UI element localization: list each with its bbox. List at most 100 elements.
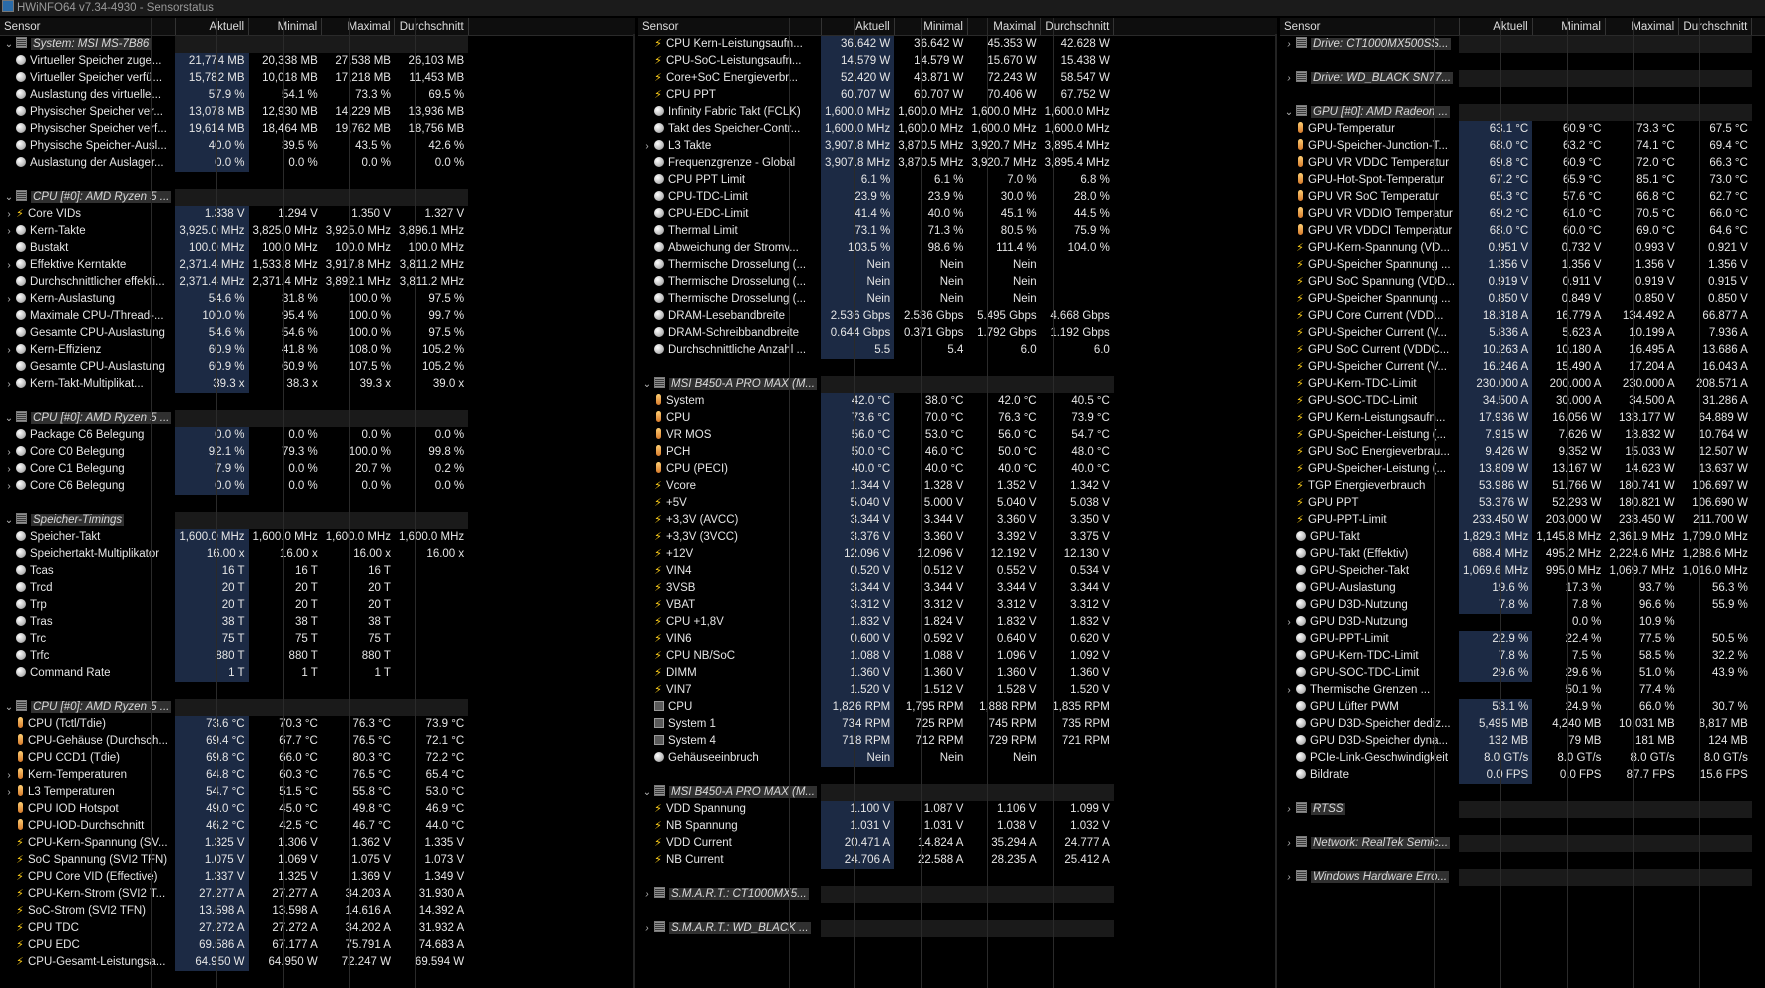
sensor-name-cell[interactable]: ⚡ GPU-Speicher Current (V... bbox=[1280, 325, 1459, 342]
sensor-row[interactable]: ⚡ SoC Spannung (SVI2 TFN) 1.075 V 1.069 V 1.… bbox=[0, 852, 635, 869]
sensor-name-cell[interactable]: CPU bbox=[638, 699, 821, 716]
sensor-name-cell[interactable]: › L3 Temperaturen bbox=[0, 784, 175, 801]
sensor-name-cell[interactable]: System 4 bbox=[638, 733, 821, 750]
sensor-row[interactable]: ⚡ GPU-Kern-Spannung (VD... 0.951 V 0.732 V 0… bbox=[1280, 240, 1765, 257]
expand-icon[interactable]: › bbox=[642, 886, 652, 903]
group-name-cell[interactable]: › S.M.A.R.T.: CT1000MX5... bbox=[638, 886, 821, 903]
collapse-icon[interactable]: ⌄ bbox=[1284, 104, 1294, 121]
sensor-row[interactable]: ⚡ CPU Kern-Leistungsaufn... 36.642 W 36.642… bbox=[638, 35, 1277, 53]
sensor-name-cell[interactable]: ⚡ GPU PPT bbox=[1280, 495, 1459, 512]
sensor-name-cell[interactable]: Infinity Fabric Takt (FCLK) bbox=[638, 104, 821, 121]
sensor-name-cell[interactable]: ⚡ GPU Core Current (VDD... bbox=[1280, 308, 1459, 325]
expand-icon[interactable]: › bbox=[4, 223, 14, 240]
sensor-row[interactable]: ⚡ TGP Energieverbrauch 53.986 W 51.766 W 180… bbox=[1280, 478, 1765, 495]
sensor-row[interactable]: Durchschnittlicher effekti... 2,371.4 MHz… bbox=[0, 274, 635, 291]
collapse-icon[interactable]: ⌄ bbox=[4, 699, 14, 716]
sensor-row[interactable]: › Kern-Takte 3,925.0 MHz 3,825.0 MHz 3,925.0… bbox=[0, 223, 635, 240]
sensor-row[interactable]: ⚡ GPU-Speicher Spannung ... 1.356 V 1.356 V… bbox=[1280, 257, 1765, 274]
sensor-name-cell[interactable]: GPU Lüfter PWM bbox=[1280, 699, 1459, 716]
sensor-name-cell[interactable]: ⚡ +5V bbox=[638, 495, 821, 512]
sensor-name-cell[interactable]: ⚡ CPU PPT bbox=[638, 87, 821, 104]
expand-icon[interactable]: › bbox=[4, 206, 14, 223]
expand-icon[interactable]: › bbox=[642, 138, 652, 155]
sensor-row[interactable]: CPU-TDC-Limit 23.9 % 23.9 % 30.0 % 28.0 % bbox=[638, 189, 1277, 206]
sensor-name-cell[interactable]: CPU bbox=[638, 410, 821, 427]
expand-icon[interactable]: › bbox=[642, 920, 652, 937]
sensor-name-cell[interactable]: Trfc bbox=[0, 648, 175, 665]
sensor-name-cell[interactable]: Package C6 Belegung bbox=[0, 427, 175, 444]
sensor-row[interactable]: Speicher-Takt 1,600.0 MHz 1,600.0 MHz 1,600… bbox=[0, 529, 635, 546]
sensor-row[interactable]: GPU D3D-Nutzung 7.8 % 7.8 % 96.6 % 55.9 % bbox=[1280, 597, 1765, 614]
col-header-max[interactable]: Maximal bbox=[1605, 18, 1680, 36]
sensor-name-cell[interactable]: Durchschnittlicher effekti... bbox=[0, 274, 175, 291]
sensor-name-cell[interactable]: GPU D3D-Speicher dediz... bbox=[1280, 716, 1459, 733]
sensor-name-cell[interactable]: Trcd bbox=[0, 580, 175, 597]
sensor-name-cell[interactable]: ⚡ CPU NB/SoC bbox=[638, 648, 821, 665]
sensor-row[interactable]: DRAM-Lesebandbreite 2.536 Gbps 2.536 Gbps 5… bbox=[638, 308, 1277, 325]
col-header-sensor[interactable]: Sensor bbox=[638, 18, 822, 36]
sensor-name-cell[interactable]: Thermische Drosselung (... bbox=[638, 274, 821, 291]
sensor-row[interactable]: Abweichung der Stromv... 103.5 % 98.6 % 111… bbox=[638, 240, 1277, 257]
sensor-row[interactable]: GPU-SOC-TDC-Limit 29.6 % 29.6 % 51.0 % 43.9 … bbox=[1280, 665, 1765, 682]
sensor-row[interactable]: ⚡ GPU-SOC-TDC-Limit 34.500 A 30.000 A 34.500… bbox=[1280, 393, 1765, 410]
sensor-row[interactable]: › Kern-Effizienz 60.9 % 41.8 % 108.0 % 105.2 … bbox=[0, 342, 635, 359]
sensor-name-cell[interactable]: Command Rate bbox=[0, 665, 175, 682]
sensor-name-cell[interactable]: GPU VR VDDC Temperatur bbox=[1280, 155, 1459, 172]
sensor-group-header[interactable]: ⌄ GPU [#0]: AMD Radeon ... bbox=[1280, 104, 1765, 121]
sensor-name-cell[interactable]: ⚡ GPU-Speicher-Leistung (... bbox=[1280, 461, 1459, 478]
sensor-row[interactable]: GPU-Speicher-Junction-T... 68.0 °C 63.2 °C… bbox=[1280, 138, 1765, 155]
sensor-name-cell[interactable]: ⚡ CPU Core VID (Effective) bbox=[0, 869, 175, 886]
sensor-group-header[interactable]: › Network: RealTek Semic... bbox=[1280, 835, 1765, 852]
sensor-row[interactable]: System 1 734 RPM 725 RPM 745 RPM 735 RPM bbox=[638, 716, 1277, 733]
sensor-group-header[interactable]: › Drive: WD_BLACK SN77... bbox=[1280, 70, 1765, 87]
sensor-name-cell[interactable]: CPU-TDC-Limit bbox=[638, 189, 821, 206]
sensor-row[interactable]: Gesamte CPU-Auslastung 60.9 % 60.9 % 107.5 … bbox=[0, 359, 635, 376]
sensor-row[interactable]: › Kern-Auslastung 54.6 % 31.8 % 100.0 % 97.5 … bbox=[0, 291, 635, 308]
sensor-row[interactable]: Tras 38 T 38 T 38 T bbox=[0, 614, 635, 631]
sensor-row[interactable]: CPU 1,826 RPM 1,795 RPM 1,888 RPM 1,835 RPM bbox=[638, 699, 1277, 716]
sensor-name-cell[interactable]: System bbox=[638, 393, 821, 410]
sensor-name-cell[interactable]: Physischer Speicher ver... bbox=[0, 104, 175, 121]
group-name-cell[interactable]: ⌄ System: MSI MS-7B86 bbox=[0, 36, 175, 54]
sensor-name-cell[interactable]: ⚡ GPU SoC Energieverbrau... bbox=[1280, 444, 1459, 461]
sensor-row[interactable]: GPU-Takt (Effektiv) 688.4 MHz 495.2 MHz 2,2… bbox=[1280, 546, 1765, 563]
sensor-group-header[interactable]: › RTSS bbox=[1280, 801, 1765, 818]
sensor-row[interactable]: ⚡ GPU-Speicher Current (V... 5.836 A 5.623 … bbox=[1280, 325, 1765, 342]
sensor-row[interactable]: › ⚡ Core VIDs 1.338 V 1.294 V 1.350 V 1.327 V bbox=[0, 206, 635, 223]
col-header-min[interactable]: Minimal bbox=[1532, 18, 1606, 36]
sensor-name-cell[interactable]: CPU-EDC-Limit bbox=[638, 206, 821, 223]
sensor-row[interactable]: CPU CCD1 (Tdie) 69.8 °C 66.0 °C 80.3 °C 72.2… bbox=[0, 750, 635, 767]
expand-icon[interactable]: › bbox=[1284, 614, 1294, 631]
col-header-avg[interactable]: Durchschnitt bbox=[394, 18, 469, 36]
sensor-name-cell[interactable]: › Core C1 Belegung bbox=[0, 461, 175, 478]
sensor-group-header[interactable]: › S.M.A.R.T.: WD_BLACK ... bbox=[638, 920, 1277, 937]
expand-icon[interactable]: › bbox=[1284, 70, 1294, 87]
sensor-row[interactable]: Durchschnittliche Anzahl ... 5.5 5.4 6.0 6.0 bbox=[638, 342, 1277, 359]
sensor-row[interactable]: ⚡ 3VSB 3.344 V 3.344 V 3.344 V 3.344 V bbox=[638, 580, 1277, 597]
col-header-current[interactable]: Aktuell bbox=[175, 18, 250, 36]
expand-icon[interactable]: › bbox=[4, 784, 14, 801]
sensor-row[interactable]: GPU-Temperatur 63.1 °C 60.9 °C 73.3 °C 67.5 … bbox=[1280, 121, 1765, 138]
sensor-row[interactable]: Bustakt 100.0 MHz 100.0 MHz 100.0 MHz 100.0 … bbox=[0, 240, 635, 257]
group-name-cell[interactable]: ⌄ CPU [#0]: AMD Ryzen 5 ... bbox=[0, 410, 175, 427]
sensor-name-cell[interactable]: Auslastung des virtuelle... bbox=[0, 87, 175, 104]
sensor-row[interactable]: ⚡ GPU-PPT-Limit 233.450 W 203.000 W 233.450 … bbox=[1280, 512, 1765, 529]
sensor-name-cell[interactable]: GPU-Takt bbox=[1280, 529, 1459, 546]
sensor-row[interactable]: Speichertakt-Multiplikator 16.00 x 16.00 x… bbox=[0, 546, 635, 563]
col-header-sensor[interactable]: Sensor bbox=[1280, 18, 1460, 36]
sensor-name-cell[interactable]: › Core C0 Belegung bbox=[0, 444, 175, 461]
sensor-row[interactable]: Package C6 Belegung 0.0 % 0.0 % 0.0 % 0.0 % bbox=[0, 427, 635, 444]
sensor-name-cell[interactable]: › Kern-Auslastung bbox=[0, 291, 175, 308]
expand-icon[interactable]: › bbox=[1284, 835, 1294, 852]
sensor-name-cell[interactable]: ⚡ GPU-SOC-TDC-Limit bbox=[1280, 393, 1459, 410]
sensor-group-header[interactable]: ⌄ Speicher-Timings bbox=[0, 512, 635, 529]
sensor-name-cell[interactable]: ⚡ SoC Spannung (SVI2 TFN) bbox=[0, 852, 175, 869]
sensor-name-cell[interactable]: ⚡ VDD Current bbox=[638, 835, 821, 852]
collapse-icon[interactable]: ⌄ bbox=[642, 784, 652, 801]
expand-icon[interactable]: › bbox=[1284, 869, 1294, 886]
sensor-row[interactable]: GPU-Takt 1,829.3 MHz 1,145.8 MHz 2,361.9 MH… bbox=[1280, 529, 1765, 546]
sensor-name-cell[interactable]: › Kern-Temperaturen bbox=[0, 767, 175, 784]
sensor-name-cell[interactable]: ⚡ VIN4 bbox=[638, 563, 821, 580]
sensor-row[interactable]: GPU D3D-Speicher dyna... 132 MB 79 MB 181 M… bbox=[1280, 733, 1765, 750]
sensor-row[interactable]: ⚡ GPU-Speicher Spannung ... 0.850 V 0.849 V… bbox=[1280, 291, 1765, 308]
